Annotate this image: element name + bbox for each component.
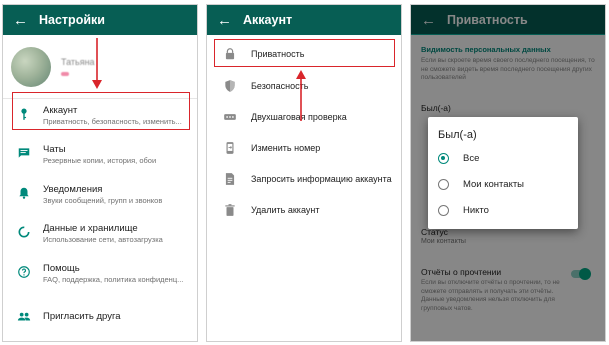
highlight-box-privacy bbox=[214, 39, 395, 67]
settings-item-title: Помощь bbox=[43, 263, 80, 274]
profile-status bbox=[61, 72, 69, 76]
settings-item-title: Уведомления bbox=[43, 184, 103, 195]
bell-icon bbox=[15, 184, 33, 202]
settings-item-help[interactable]: Помощь FAQ, поддержка, политика конфиден… bbox=[3, 263, 197, 285]
dialog-option-my-contacts[interactable]: Мои контакты bbox=[438, 179, 524, 190]
account-item-request-info[interactable]: Запросить информацию аккаунта bbox=[207, 168, 401, 190]
settings-item-title: Чаты bbox=[43, 144, 66, 155]
settings-item-subtitle: Резервные копии, история, обои bbox=[43, 156, 157, 165]
chat-icon bbox=[15, 144, 33, 162]
last-seen-dialog: Был(-а) Все Мои контакты Никто bbox=[428, 117, 578, 229]
settings-item-invite[interactable]: Пригласить друга bbox=[3, 308, 197, 326]
radio-selected-icon[interactable] bbox=[438, 153, 449, 164]
settings-item-title: Пригласить друга bbox=[43, 311, 121, 322]
radio-unselected-icon[interactable] bbox=[438, 205, 449, 216]
dots-icon bbox=[221, 108, 239, 126]
settings-item-subtitle: FAQ, поддержка, политика конфиденц... bbox=[43, 275, 184, 284]
account-item-change-number[interactable]: Изменить номер bbox=[207, 137, 401, 159]
account-app-bar: ← Аккаунт bbox=[207, 5, 401, 35]
document-icon bbox=[221, 170, 239, 188]
dialog-option-label: Мои контакты bbox=[463, 179, 525, 190]
trash-icon bbox=[221, 201, 239, 219]
arrow-up-icon bbox=[296, 70, 306, 121]
help-icon bbox=[15, 263, 33, 281]
account-item-label: Запросить информацию аккаунта bbox=[251, 174, 392, 184]
phone-change-icon bbox=[221, 139, 239, 157]
settings-item-notifications[interactable]: Уведомления Звуки сообщений, групп и зво… bbox=[3, 184, 197, 206]
highlight-box-account bbox=[12, 92, 190, 130]
people-icon bbox=[15, 308, 33, 326]
dialog-option-everyone[interactable]: Все bbox=[438, 153, 479, 164]
back-arrow-icon[interactable]: ← bbox=[13, 13, 35, 28]
settings-item-title: Данные и хранилище bbox=[43, 223, 138, 234]
settings-item-subtitle: Звуки сообщений, групп и звонков bbox=[43, 196, 163, 205]
back-arrow-icon[interactable]: ← bbox=[217, 13, 239, 28]
arrow-down-icon bbox=[92, 38, 102, 89]
settings-item-data-storage[interactable]: Данные и хранилище Использование сети, а… bbox=[3, 223, 197, 245]
appbar-scrim bbox=[411, 5, 605, 34]
dialog-option-label: Все bbox=[463, 153, 480, 164]
account-item-label: Удалить аккаунт bbox=[251, 205, 320, 215]
page-title: Аккаунт bbox=[243, 13, 293, 27]
avatar[interactable] bbox=[11, 46, 51, 87]
dialog-option-label: Никто bbox=[463, 205, 489, 216]
account-item-label: Изменить номер bbox=[251, 143, 321, 153]
page-title: Настройки bbox=[39, 13, 105, 27]
settings-app-bar: ← Настройки bbox=[3, 5, 197, 35]
dialog-title: Был(-а) bbox=[438, 129, 477, 141]
shield-icon bbox=[221, 77, 239, 95]
dialog-option-nobody[interactable]: Никто bbox=[438, 205, 489, 216]
settings-item-subtitle: Использование сети, автозагрузка bbox=[43, 235, 163, 244]
radio-unselected-icon[interactable] bbox=[438, 179, 449, 190]
account-item-delete[interactable]: Удалить аккаунт bbox=[207, 199, 401, 221]
data-usage-icon bbox=[15, 223, 33, 241]
settings-item-chats[interactable]: Чаты Резервные копии, история, обои bbox=[3, 144, 197, 166]
